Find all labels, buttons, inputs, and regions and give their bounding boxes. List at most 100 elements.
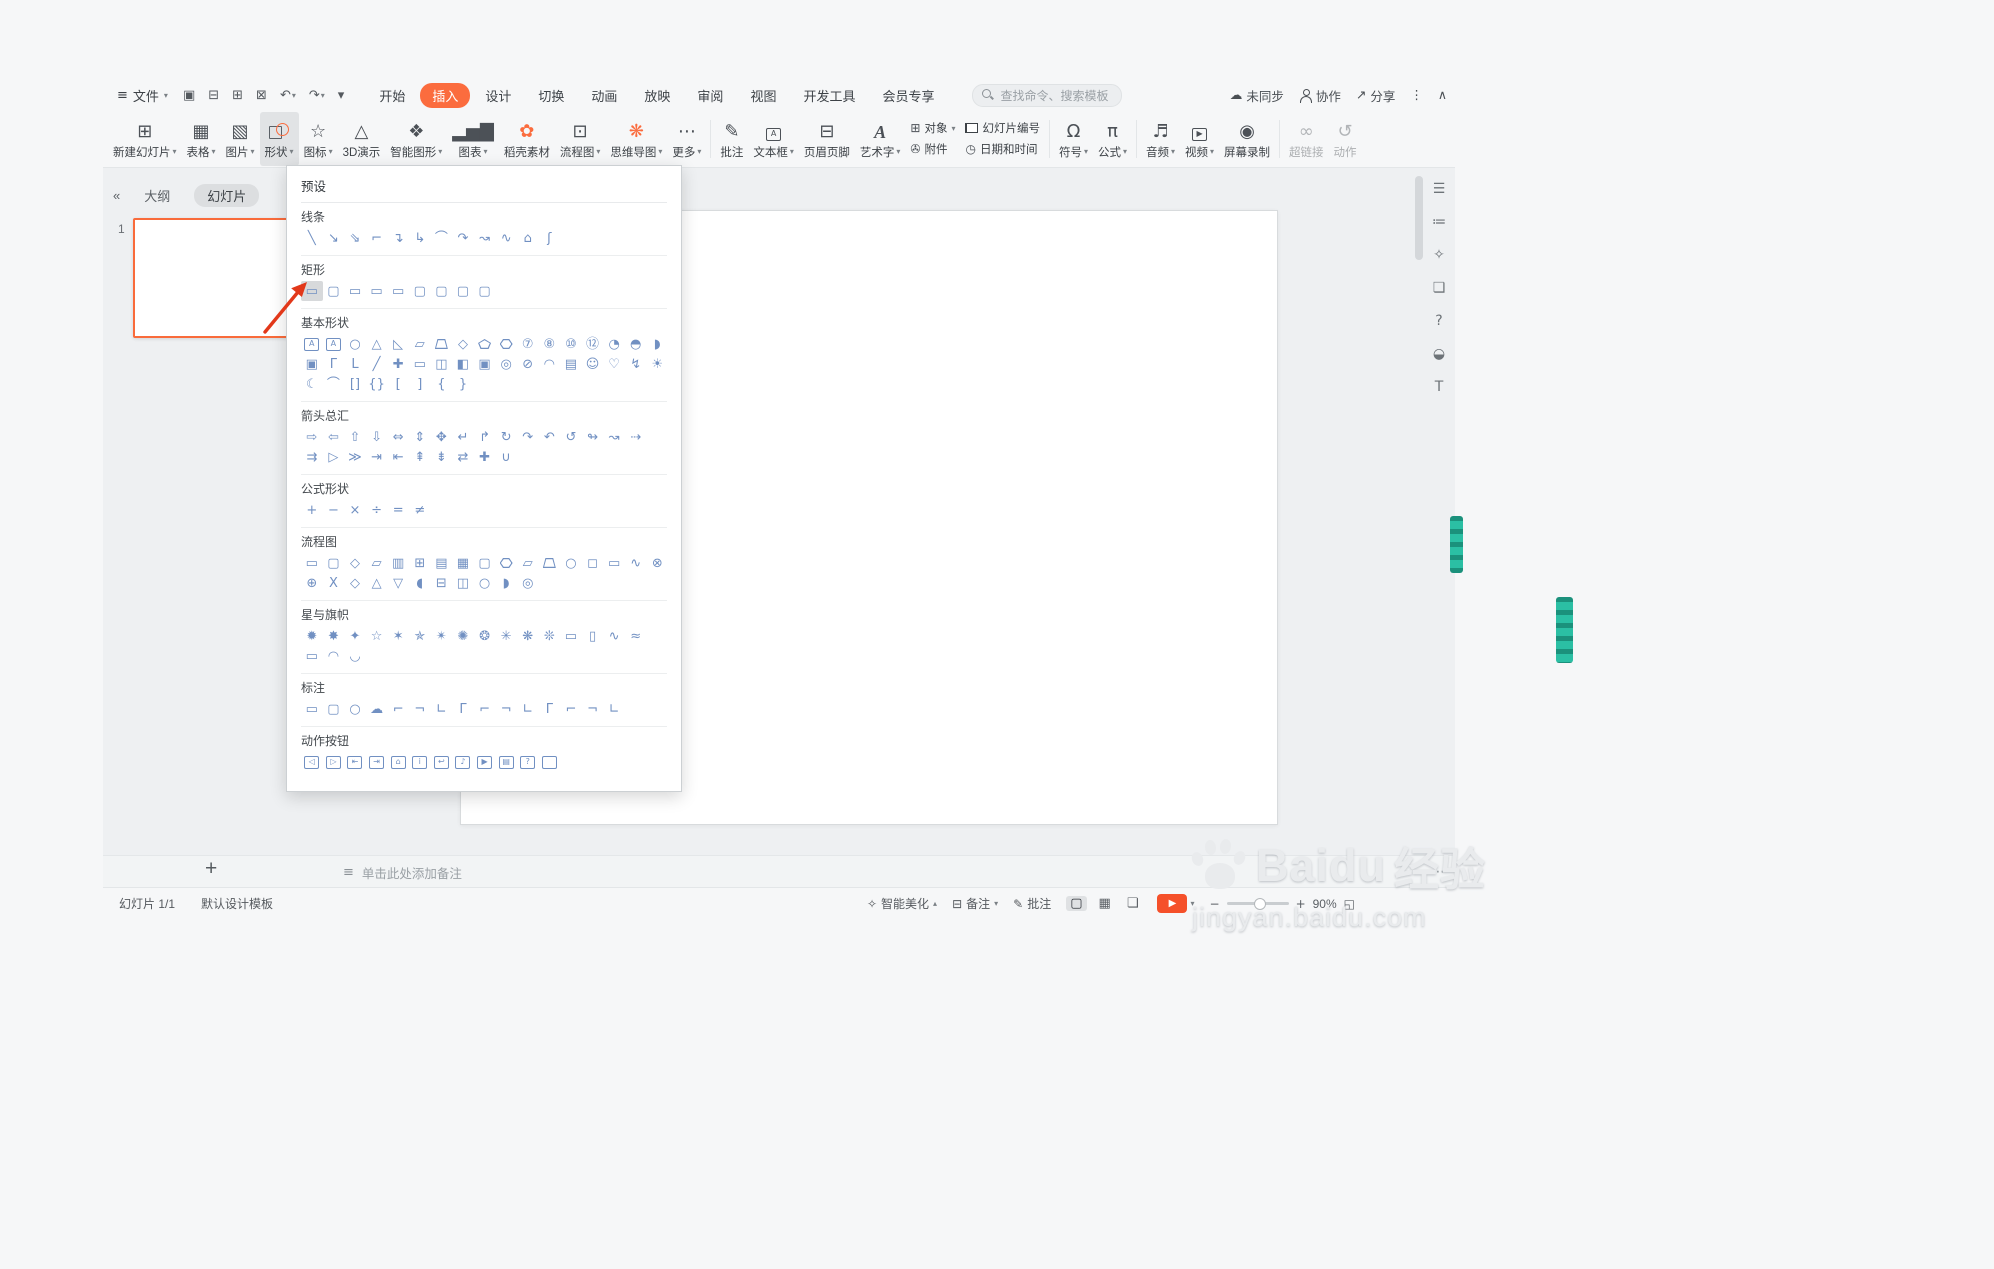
customize-toolbar-icon[interactable]: ▾ bbox=[335, 87, 348, 104]
shape-icon[interactable] bbox=[539, 553, 561, 573]
shape-icon[interactable]: ⇩ bbox=[366, 427, 388, 447]
add-slide-button[interactable]: + bbox=[205, 857, 217, 881]
shape-icon[interactable]: ⊕ bbox=[301, 573, 323, 593]
shape-icon[interactable]: ⑧ bbox=[539, 334, 561, 354]
shape-icon[interactable]: ○ bbox=[344, 699, 366, 719]
ribbon-button[interactable]: ◉ 屏幕录制 bbox=[1219, 112, 1275, 166]
shape-icon[interactable]: ▭ bbox=[301, 281, 323, 301]
shape-icon[interactable]: ∟ bbox=[431, 699, 453, 719]
shape-icon[interactable]: ❋ bbox=[517, 626, 539, 646]
shape-icon[interactable]: ▷ bbox=[323, 752, 345, 772]
vertical-scrollbar[interactable] bbox=[1415, 176, 1423, 838]
shape-icon[interactable]: ❊ bbox=[539, 626, 561, 646]
shape-icon[interactable]: ] bbox=[409, 374, 431, 394]
ribbon-button[interactable]: ⋯ 更多 ▾ bbox=[667, 112, 706, 166]
ribbon-button[interactable]: π 公式 ▾ bbox=[1093, 112, 1132, 166]
shape-icon[interactable]: ↷ bbox=[452, 228, 474, 248]
shape-icon[interactable]: ○ bbox=[344, 334, 366, 354]
shape-icon[interactable]: } bbox=[452, 374, 474, 394]
shape-icon[interactable]: ▽ bbox=[387, 573, 409, 593]
shape-icon[interactable]: ◁ bbox=[301, 752, 323, 772]
shape-icon[interactable]: ⇥ bbox=[366, 752, 388, 772]
export-pdf-icon[interactable]: ⊠ bbox=[253, 87, 270, 104]
shape-icon[interactable]: ▭ bbox=[301, 699, 323, 719]
shape-icon[interactable]: ⇥ bbox=[366, 447, 388, 467]
shape-icon[interactable]: ◫ bbox=[452, 573, 474, 593]
shape-icon[interactable]: ⇄ bbox=[452, 447, 474, 467]
shape-icon[interactable]: ⇤ bbox=[344, 752, 366, 772]
shape-icon[interactable]: ▣ bbox=[474, 354, 496, 374]
shape-icon[interactable]: ▯ bbox=[582, 626, 604, 646]
shape-icon[interactable]: ▢ bbox=[323, 699, 345, 719]
shape-icon[interactable]: ╲ bbox=[301, 228, 323, 248]
scrollbar-thumb[interactable] bbox=[1415, 176, 1423, 260]
menu-tab[interactable]: 视图 bbox=[738, 83, 788, 108]
shape-icon[interactable]: ▱ bbox=[409, 334, 431, 354]
ribbon-button[interactable]: ❖ 智能图形 ▾ bbox=[385, 112, 447, 166]
shape-icon[interactable]: + bbox=[301, 500, 323, 520]
shape-icon[interactable]: { bbox=[431, 374, 453, 394]
ribbon-button[interactable]: A 艺术字 ▾ bbox=[855, 112, 906, 166]
ribbon-small-button[interactable]: ◷ 日期和时间 bbox=[965, 141, 1040, 157]
shape-icon[interactable]: ∿ bbox=[625, 553, 647, 573]
sync-status[interactable]: ☁ 未同步 bbox=[1230, 86, 1284, 105]
share-button[interactable]: ↗ 分享 bbox=[1356, 86, 1396, 105]
shape-icon[interactable] bbox=[495, 553, 517, 573]
shape-icon[interactable]: ⌂ bbox=[517, 228, 539, 248]
comment-pane-icon[interactable]: ◒ bbox=[1433, 347, 1445, 361]
shape-icon[interactable]: ÷ bbox=[366, 500, 388, 520]
menu-tab[interactable]: 切换 bbox=[526, 83, 576, 108]
shape-icon[interactable]: ▭ bbox=[560, 626, 582, 646]
tab-slides[interactable]: 幻灯片 bbox=[194, 184, 260, 207]
shape-icon[interactable]: ⌒ bbox=[431, 228, 453, 248]
shape-icon[interactable]: ∟ bbox=[517, 699, 539, 719]
shape-icon[interactable]: ◎ bbox=[495, 354, 517, 374]
shape-icon[interactable]: ▢ bbox=[409, 281, 431, 301]
shape-icon[interactable]: ⑦ bbox=[517, 334, 539, 354]
shape-icon[interactable]: ✳ bbox=[495, 626, 517, 646]
shape-icon[interactable]: ↺ bbox=[560, 427, 582, 447]
shape-icon[interactable]: ʃ bbox=[539, 228, 561, 248]
ribbon-small-button[interactable]: ⊞ 对象 ▾ bbox=[910, 120, 955, 136]
shape-icon[interactable]: ⑩ bbox=[560, 334, 582, 354]
shape-icon[interactable]: △ bbox=[366, 334, 388, 354]
shape-icon[interactable]: ✯ bbox=[409, 626, 431, 646]
shape-icon[interactable] bbox=[495, 334, 517, 354]
shape-icon[interactable]: ⊗ bbox=[647, 553, 669, 573]
shape-icon[interactable]: {} bbox=[366, 374, 388, 394]
shape-icon[interactable]: ⌐ bbox=[387, 699, 409, 719]
slide-sorter-view-button[interactable]: ▦ bbox=[1095, 896, 1115, 911]
shape-icon[interactable]: ✥ bbox=[431, 427, 453, 447]
ribbon-button[interactable]: ▦ 表格 ▾ bbox=[182, 112, 221, 166]
shape-icon[interactable]: ↻ bbox=[495, 427, 517, 447]
shape-icon[interactable]: ⊘ bbox=[517, 354, 539, 374]
shape-icon[interactable]: ⌐ bbox=[560, 699, 582, 719]
shape-icon[interactable]: ↱ bbox=[474, 427, 496, 447]
shape-icon[interactable]: ▭ bbox=[344, 281, 366, 301]
shape-icon[interactable]: Γ bbox=[323, 354, 345, 374]
shape-icon[interactable]: ▦ bbox=[452, 553, 474, 573]
shape-icon[interactable]: ▤ bbox=[495, 752, 517, 772]
shape-icon[interactable]: = bbox=[387, 500, 409, 520]
shape-icon[interactable]: ⇦ bbox=[323, 427, 345, 447]
shape-icon[interactable]: A bbox=[301, 334, 323, 354]
ribbon-button[interactable]: ♬ 音频 ▾ bbox=[1141, 112, 1180, 166]
shape-icon[interactable]: ✚ bbox=[387, 354, 409, 374]
ribbon-button[interactable]: ⊡ 流程图 ▾ bbox=[555, 112, 606, 166]
tab-outline[interactable]: 大纲 bbox=[144, 186, 170, 205]
shape-icon[interactable]: ✸ bbox=[323, 626, 345, 646]
shape-icon[interactable] bbox=[431, 334, 453, 354]
menu-tab[interactable]: 开发工具 bbox=[791, 83, 867, 108]
menu-tab[interactable]: 开始 bbox=[367, 83, 417, 108]
shape-icon[interactable]: ↘ bbox=[323, 228, 345, 248]
shape-icon[interactable]: ⊞ bbox=[409, 553, 431, 573]
shape-icon[interactable]: ▭ bbox=[301, 553, 323, 573]
shape-icon[interactable]: ⇘ bbox=[344, 228, 366, 248]
menu-tab[interactable]: 动画 bbox=[579, 83, 629, 108]
shape-icon[interactable]: ⌐ bbox=[366, 228, 388, 248]
shape-icon[interactable]: ◫ bbox=[431, 354, 453, 374]
shape-icon[interactable]: ○ bbox=[560, 553, 582, 573]
shape-icon[interactable]: ◎ bbox=[517, 573, 539, 593]
shape-icon[interactable] bbox=[539, 752, 561, 772]
shape-icon[interactable]: ▶ bbox=[474, 752, 496, 772]
